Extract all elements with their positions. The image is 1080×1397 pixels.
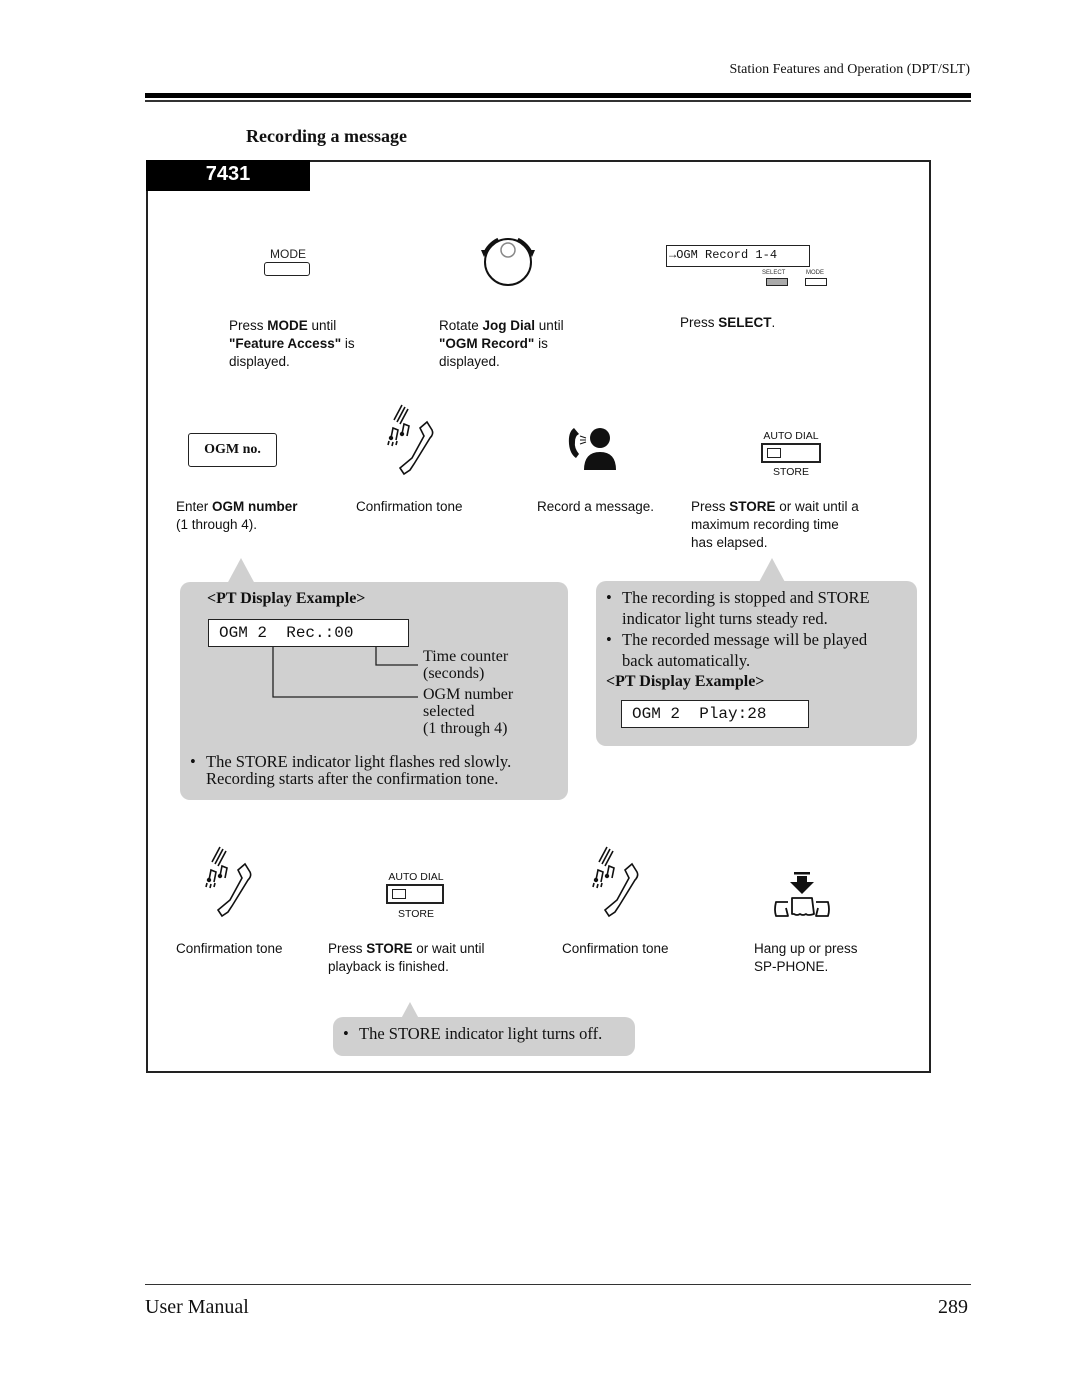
step-press-store-record: Press STORE or wait until a maximum reco… xyxy=(691,499,859,550)
note-store-off: • The STORE indicator light turns off. xyxy=(343,1024,603,1043)
callout-time-counter: Time counter (seconds) xyxy=(423,648,509,682)
footer-manual-title: User Manual xyxy=(145,1296,249,1318)
select-key[interactable] xyxy=(766,278,788,286)
lcd-display-recording: OGM 2 Rec.:00 xyxy=(208,619,409,647)
callout-lines xyxy=(272,647,418,698)
ogm-number-key[interactable]: OGM no. xyxy=(188,433,277,467)
section-title: Recording a message xyxy=(246,126,407,146)
feature-code-tab: 7431 xyxy=(146,160,310,191)
step-rotate-jog-dial: Rotate Jog Dial until "OGM Record" is di… xyxy=(439,318,564,369)
step-press-select: Press SELECT. xyxy=(680,315,776,330)
step-hang-up: Hang up or press SP-PHONE. xyxy=(754,941,858,974)
callout-ogm-number: OGM number selected (1 through 4) xyxy=(423,686,514,737)
mode-small-key[interactable] xyxy=(805,278,827,286)
store-key-top-label: AUTO DIAL xyxy=(763,430,819,442)
footer-rule xyxy=(145,1284,971,1285)
mode-key-label: MODE xyxy=(270,247,306,261)
store-key[interactable] xyxy=(761,443,821,463)
running-head: Station Features and Operation (DPT/SLT) xyxy=(729,62,970,77)
store-key-bottom-label: STORE xyxy=(398,908,434,920)
step-record-message: Record a message. xyxy=(537,499,655,514)
note-recording-stopped: • The recording is stopped and STORE indi… xyxy=(606,588,870,670)
jog-dial-icon[interactable] xyxy=(476,232,542,288)
hang-up-icon[interactable] xyxy=(770,870,834,920)
step-confirmation-tone-2: Confirmation tone xyxy=(176,941,283,956)
confirmation-tone-icon xyxy=(205,846,252,918)
talking-person-icon xyxy=(568,428,616,470)
header-rule-thick xyxy=(145,93,971,98)
lcd-display-playback: OGM 2 Play:28 xyxy=(621,700,809,728)
step-confirmation-tone-1: Confirmation tone xyxy=(356,499,463,514)
mode-small-key-label: MODE xyxy=(806,270,824,276)
step-confirmation-tone-3: Confirmation tone xyxy=(562,941,669,956)
header-rule-thin xyxy=(145,100,971,102)
store-indicator-light xyxy=(392,889,406,899)
store-indicator-light xyxy=(767,448,781,458)
lcd-display-ogm-record: →OGM Record 1-4 xyxy=(666,245,810,267)
confirmation-tone-icon xyxy=(387,404,434,476)
note-store-flashes: • The STORE indicator light flashes red s… xyxy=(190,752,512,788)
mode-key[interactable] xyxy=(264,262,310,276)
bubble-left-pointer xyxy=(227,558,255,584)
step-enter-ogm-number: Enter OGM number (1 through 4). xyxy=(176,499,298,532)
step-press-mode: Press MODE until "Feature Access" is dis… xyxy=(229,318,355,369)
pt-display-heading: <PT Display Example> xyxy=(207,590,366,607)
store-key-bottom-label: STORE xyxy=(773,466,809,478)
store-key[interactable] xyxy=(386,884,444,904)
store-key-top-label: AUTO DIAL xyxy=(388,871,444,883)
step-press-store-playback: Press STORE or wait until playback is fi… xyxy=(328,941,485,974)
page-number: 289 xyxy=(938,1296,968,1318)
pt-display-heading-playback: <PT Display Example> xyxy=(606,673,765,690)
select-key-label: SELECT xyxy=(762,270,786,276)
confirmation-tone-icon xyxy=(592,846,639,918)
